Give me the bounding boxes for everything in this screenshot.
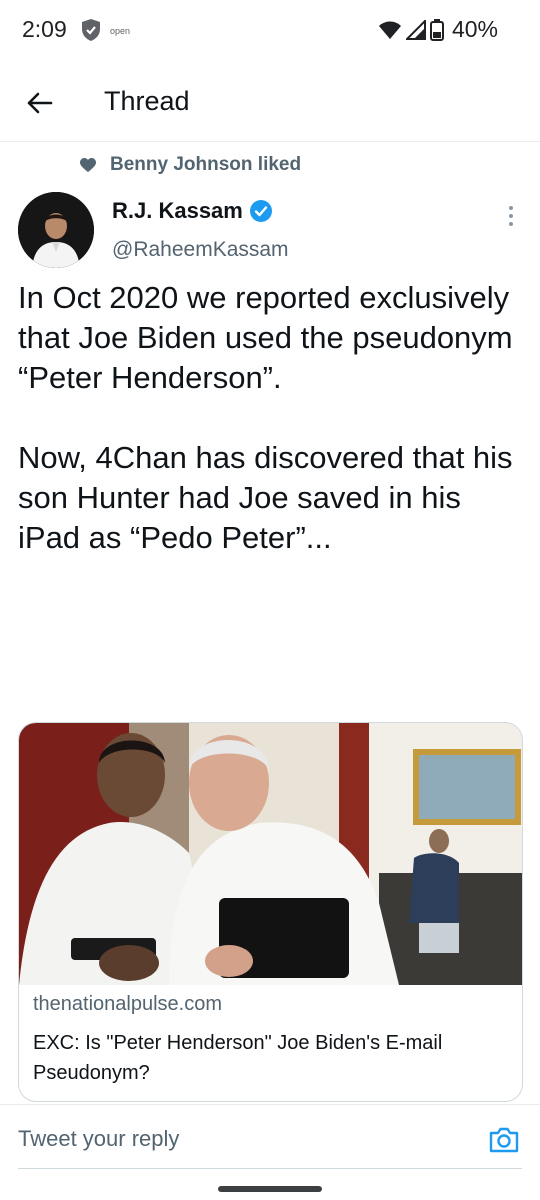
more-options-icon[interactable] (504, 204, 518, 228)
wifi-icon (378, 21, 401, 39)
link-preview-image (19, 723, 522, 985)
social-context[interactable]: Benny Johnson liked (80, 154, 301, 176)
status-icons: 40% (378, 16, 498, 43)
page-title: Thread (104, 86, 190, 116)
tweet-text: In Oct 2020 we reported exclusively that… (18, 280, 513, 555)
reply-input[interactable] (18, 1126, 478, 1152)
shield-check-icon (82, 19, 100, 41)
camera-icon[interactable] (488, 1124, 520, 1156)
author-handle[interactable]: @RaheemKassam (112, 238, 289, 262)
author-photo (18, 192, 94, 268)
status-bar: 2:09 open 40% (0, 0, 540, 62)
link-domain: thenationalpulse.com (33, 993, 223, 1015)
cellular-signal-icon (405, 19, 426, 40)
top-app-bar: Thread (0, 62, 540, 142)
status-open-label: open (110, 26, 131, 36)
back-button[interactable] (22, 86, 56, 120)
link-preview-card[interactable]: thenationalpulse.com EXC: Is "Peter Hend… (18, 722, 523, 1102)
social-context-label: Benny Johnson liked (110, 154, 302, 175)
author-name-row[interactable]: R.J. Kassam (112, 198, 273, 224)
link-title: EXC: Is "Peter Henderson" Joe Biden's E-… (33, 1032, 443, 1084)
battery-percentage: 40% (451, 16, 498, 42)
reply-underline (18, 1168, 522, 1169)
avatar[interactable] (18, 192, 94, 268)
gesture-navigation-handle[interactable] (218, 1186, 322, 1192)
divider (0, 1104, 540, 1105)
status-time: 2:09 (22, 16, 67, 42)
author-name: R.J. Kassam (112, 198, 243, 223)
arrow-left-icon (27, 92, 53, 114)
heart-icon (80, 157, 96, 172)
verified-badge-icon (249, 200, 272, 222)
battery-icon (429, 18, 444, 41)
